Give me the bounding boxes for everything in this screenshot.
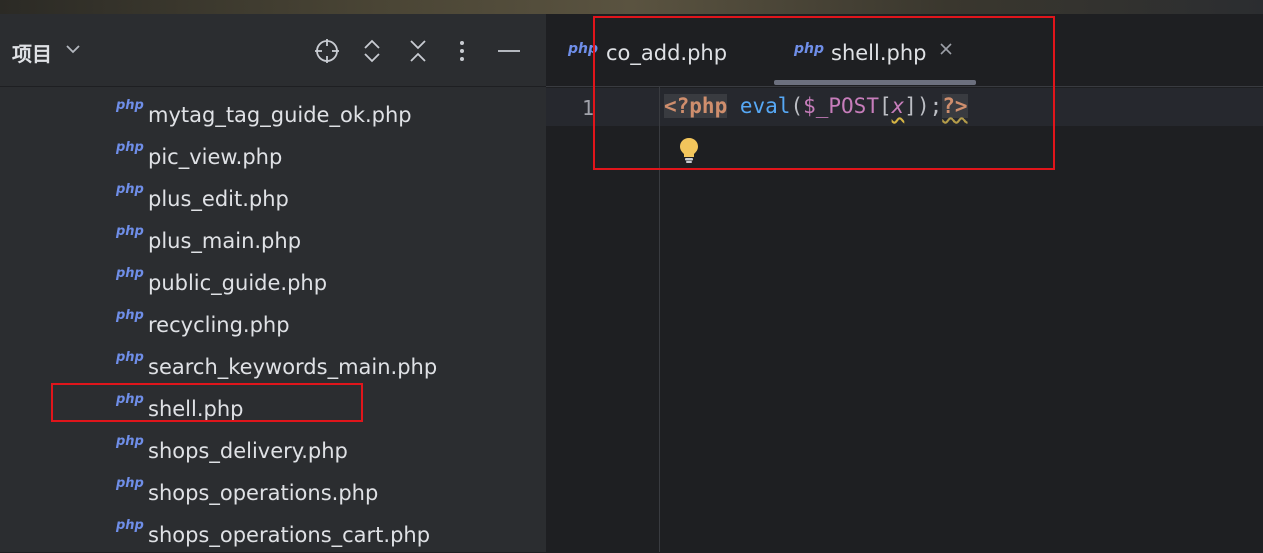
tree-file-row[interactable]: php shops_operations.php — [0, 469, 546, 511]
file-name: recycling.php — [148, 313, 290, 337]
tree-file-row[interactable]: php pic_view.php — [0, 133, 546, 175]
expand-collapse-icon[interactable] — [358, 37, 386, 65]
file-name: search_keywords_main.php — [148, 355, 438, 379]
more-options-icon[interactable] — [448, 37, 476, 65]
php-file-icon: php — [116, 434, 144, 449]
annotation-highlight-box — [51, 383, 363, 422]
window-top-strip — [0, 0, 1263, 14]
tree-file-row[interactable]: php plus_main.php — [0, 217, 546, 259]
php-file-icon: php — [116, 140, 144, 155]
file-name: public_guide.php — [148, 271, 328, 295]
php-file-icon: php — [116, 308, 144, 323]
annotation-highlight-box — [593, 16, 1055, 170]
panel-title[interactable]: 项目 — [12, 38, 52, 67]
php-file-icon: php — [116, 266, 144, 281]
project-panel-header: 项目 — [0, 14, 546, 87]
tree-file-row[interactable]: php plus_edit.php — [0, 175, 546, 217]
php-file-icon: php — [116, 518, 144, 533]
locate-icon[interactable] — [313, 37, 341, 65]
tree-file-row[interactable]: php shops_operations_cart.php — [0, 511, 546, 553]
tree-file-row[interactable]: php public_guide.php — [0, 259, 546, 301]
php-file-icon: php — [116, 182, 144, 197]
file-name: plus_edit.php — [148, 187, 289, 211]
file-name: plus_main.php — [148, 229, 302, 253]
php-file-icon: php — [116, 224, 144, 239]
tree-file-row[interactable]: php recycling.php — [0, 301, 546, 343]
minimize-icon[interactable] — [495, 37, 523, 65]
chevron-down-icon[interactable] — [64, 42, 82, 56]
tree-file-row[interactable]: php mytag_tag_guide_ok.php — [0, 91, 546, 133]
file-name: pic_view.php — [148, 145, 283, 169]
file-name: shops_delivery.php — [148, 439, 348, 463]
tree-file-row[interactable]: php shops_delivery.php — [0, 427, 546, 469]
file-name: shops_operations_cart.php — [148, 523, 431, 547]
file-name: shops_operations.php — [148, 481, 379, 505]
collapse-all-icon[interactable] — [404, 37, 432, 65]
php-file-icon: php — [116, 98, 144, 113]
tree-file-row[interactable]: php search_keywords_main.php — [0, 343, 546, 385]
php-file-icon: php — [116, 350, 144, 365]
php-file-icon: php — [116, 476, 144, 491]
file-name: mytag_tag_guide_ok.php — [148, 103, 412, 127]
